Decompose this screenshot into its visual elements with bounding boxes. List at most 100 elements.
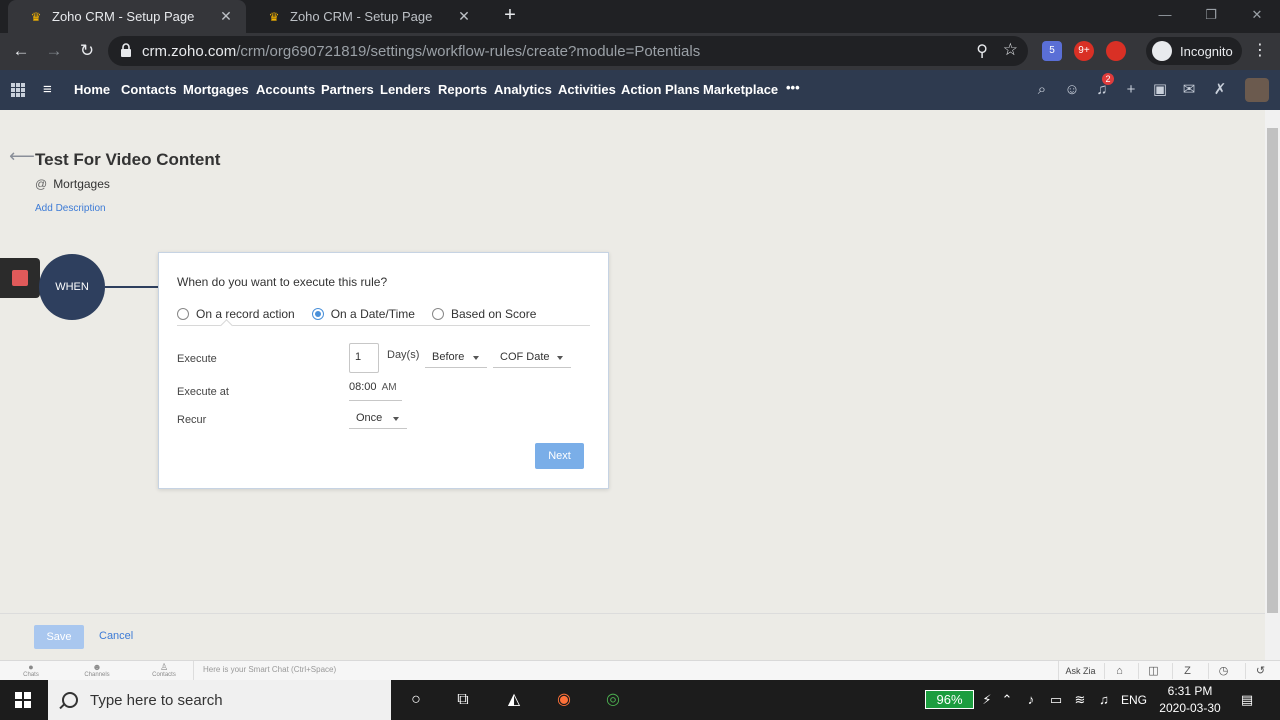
date-field-select[interactable]: COF Date bbox=[493, 348, 571, 368]
nav-contacts[interactable]: Contacts bbox=[121, 82, 177, 97]
chats-button[interactable]: ● Chats bbox=[11, 662, 51, 678]
system-clock[interactable]: 6:31 PM 2020-03-30 bbox=[1150, 683, 1230, 717]
history-icon[interactable]: ↺ bbox=[1245, 663, 1275, 679]
action-center-icon[interactable]: ▤ bbox=[1238, 690, 1256, 710]
nav-mortgages[interactable]: Mortgages bbox=[183, 82, 249, 97]
taskbar-search-input[interactable]: Type here to search bbox=[48, 680, 391, 720]
search-icon[interactable]: ⌕ bbox=[1032, 80, 1052, 100]
chevron-down-icon bbox=[473, 356, 479, 360]
channels-button[interactable]: ☻ Channels bbox=[77, 662, 117, 678]
execute-unit-label: Day(s) bbox=[387, 349, 420, 361]
new-tab-button[interactable]: + bbox=[498, 4, 522, 28]
task-view-icon[interactable]: ⧉ bbox=[451, 688, 475, 712]
nav-home[interactable]: Home bbox=[74, 82, 110, 97]
nav-partners[interactable]: Partners bbox=[321, 82, 374, 97]
radio-button[interactable] bbox=[177, 308, 189, 320]
cortana-icon[interactable]: ○ bbox=[404, 688, 428, 712]
contacts-button[interactable]: ♙ Contacts bbox=[144, 662, 184, 678]
volume-icon[interactable]: ♫ bbox=[1096, 690, 1112, 710]
recur-select[interactable]: Once bbox=[349, 409, 407, 429]
flow-connector bbox=[105, 286, 159, 288]
zoom-search-icon[interactable]: ⚲ bbox=[976, 41, 988, 61]
radio-button-selected[interactable] bbox=[311, 308, 324, 320]
minimize-window-icon[interactable]: — bbox=[1142, 0, 1188, 30]
when-node[interactable]: WHEN bbox=[39, 254, 105, 320]
browser-tab[interactable]: ♛ Zoho CRM - Setup Page ✕ bbox=[246, 0, 484, 33]
nav-accounts[interactable]: Accounts bbox=[256, 82, 315, 97]
nav-marketplace[interactable]: Marketplace bbox=[703, 82, 778, 97]
incognito-label: Incognito bbox=[1180, 43, 1233, 59]
windows-start-icon[interactable] bbox=[15, 692, 31, 708]
radio-based-on-score[interactable]: Based on Score bbox=[431, 307, 536, 321]
incognito-icon bbox=[1152, 41, 1172, 61]
nav-reports[interactable]: Reports bbox=[438, 82, 487, 97]
radio-date-time[interactable]: On a Date/Time bbox=[311, 307, 415, 321]
close-tab-icon[interactable]: ✕ bbox=[218, 8, 234, 25]
divider bbox=[177, 325, 590, 326]
nav-lenders[interactable]: Lenders bbox=[380, 82, 431, 97]
forward-icon[interactable]: → bbox=[42, 39, 66, 63]
add-description-link[interactable]: Add Description bbox=[35, 203, 106, 214]
microphone-icon[interactable]: ♪ bbox=[1024, 690, 1038, 710]
record-side-tab[interactable] bbox=[0, 258, 40, 298]
avatar[interactable] bbox=[1245, 78, 1269, 102]
chat-extension-icon[interactable] bbox=[1106, 41, 1126, 61]
language-indicator[interactable]: ENG bbox=[1120, 690, 1148, 710]
search-icon bbox=[62, 692, 78, 708]
mail-icon[interactable]: ✉ bbox=[1179, 80, 1199, 100]
zoho-top-nav: ≡ Home Contacts Mortgages Accounts Partn… bbox=[0, 70, 1280, 110]
radio-button[interactable] bbox=[431, 308, 444, 320]
wifi-icon[interactable]: ≋ bbox=[1072, 690, 1088, 710]
back-arrow-icon[interactable]: ⟵ bbox=[9, 146, 35, 167]
battery-indicator[interactable]: 96% bbox=[925, 690, 974, 709]
execute-label: Execute bbox=[177, 353, 217, 365]
scrollbar-thumb[interactable] bbox=[1267, 128, 1278, 613]
browser-tab-active[interactable]: ♛ Zoho CRM - Setup Page ✕ bbox=[8, 0, 246, 33]
gamepad-icon[interactable]: ⌂ bbox=[1104, 663, 1134, 679]
add-icon[interactable]: + bbox=[1121, 80, 1141, 100]
execute-days-input[interactable]: 1 bbox=[349, 343, 379, 373]
back-icon[interactable]: ← bbox=[9, 39, 33, 63]
notification-extension-icon[interactable]: 9+ bbox=[1074, 41, 1094, 61]
calendar-extension-icon[interactable]: 5 bbox=[1042, 41, 1062, 61]
url-text: crm.zoho.com/crm/org690721819/settings/w… bbox=[142, 43, 700, 60]
browser-toolbar: ← → ↻ crm.zoho.com/crm/org690721819/sett… bbox=[0, 33, 1280, 70]
nav-activities[interactable]: Activities bbox=[558, 82, 616, 97]
reload-icon[interactable]: ↻ bbox=[75, 39, 99, 63]
am-pm-toggle[interactable]: AM bbox=[382, 382, 397, 393]
chevron-up-icon[interactable]: ⌃ bbox=[1000, 690, 1014, 710]
nav-action-plans[interactable]: Action Plans bbox=[621, 82, 700, 97]
apps-grid-icon[interactable] bbox=[11, 83, 25, 97]
close-tab-icon[interactable]: ✕ bbox=[456, 8, 472, 25]
address-bar[interactable]: crm.zoho.com/crm/org690721819/settings/w… bbox=[108, 36, 1028, 66]
firefox-icon[interactable]: ◉ bbox=[552, 688, 576, 712]
power-plug-icon[interactable]: ⚡ bbox=[980, 690, 994, 710]
calendar-icon[interactable]: ▣ bbox=[1150, 80, 1170, 100]
battery-icon[interactable]: ▭ bbox=[1048, 690, 1064, 710]
close-window-icon[interactable]: ✕ bbox=[1234, 0, 1280, 30]
cancel-button[interactable]: Cancel bbox=[99, 630, 133, 642]
next-button[interactable]: Next bbox=[535, 443, 584, 469]
hamburger-menu-icon[interactable]: ≡ bbox=[43, 81, 52, 98]
zoho-favicon-icon: ♛ bbox=[30, 9, 42, 24]
tab-title: Zoho CRM - Setup Page bbox=[52, 9, 195, 24]
restore-window-icon[interactable]: ❐ bbox=[1188, 0, 1234, 30]
bookmark-star-icon[interactable]: ☆ bbox=[1003, 40, 1018, 60]
chrome-icon[interactable]: ◎ bbox=[601, 688, 625, 712]
zia-icon[interactable]: Z bbox=[1172, 663, 1202, 679]
alarm-icon[interactable]: ◷ bbox=[1208, 663, 1238, 679]
radio-record-action[interactable]: On a record action bbox=[177, 307, 295, 321]
note-icon[interactable]: ◫ bbox=[1138, 663, 1168, 679]
nav-more-icon[interactable]: ••• bbox=[786, 80, 800, 95]
nav-analytics[interactable]: Analytics bbox=[494, 82, 552, 97]
incognito-badge[interactable]: Incognito bbox=[1146, 37, 1242, 65]
browser-menu-icon[interactable]: ⋮ bbox=[1252, 41, 1268, 61]
smart-chat-input[interactable]: Here is your Smart Chat (Ctrl+Space) bbox=[203, 665, 336, 674]
settings-tools-icon[interactable]: ✗ bbox=[1210, 80, 1230, 100]
execute-at-time-input[interactable]: 08:00 AM bbox=[349, 381, 402, 401]
save-button[interactable]: Save bbox=[34, 625, 84, 649]
ask-zia-button[interactable]: Ask Zia bbox=[1058, 661, 1102, 681]
relation-select[interactable]: Before bbox=[425, 348, 487, 368]
users-icon[interactable]: ☺ bbox=[1062, 80, 1082, 100]
app-icon[interactable]: ◭ bbox=[502, 688, 526, 712]
